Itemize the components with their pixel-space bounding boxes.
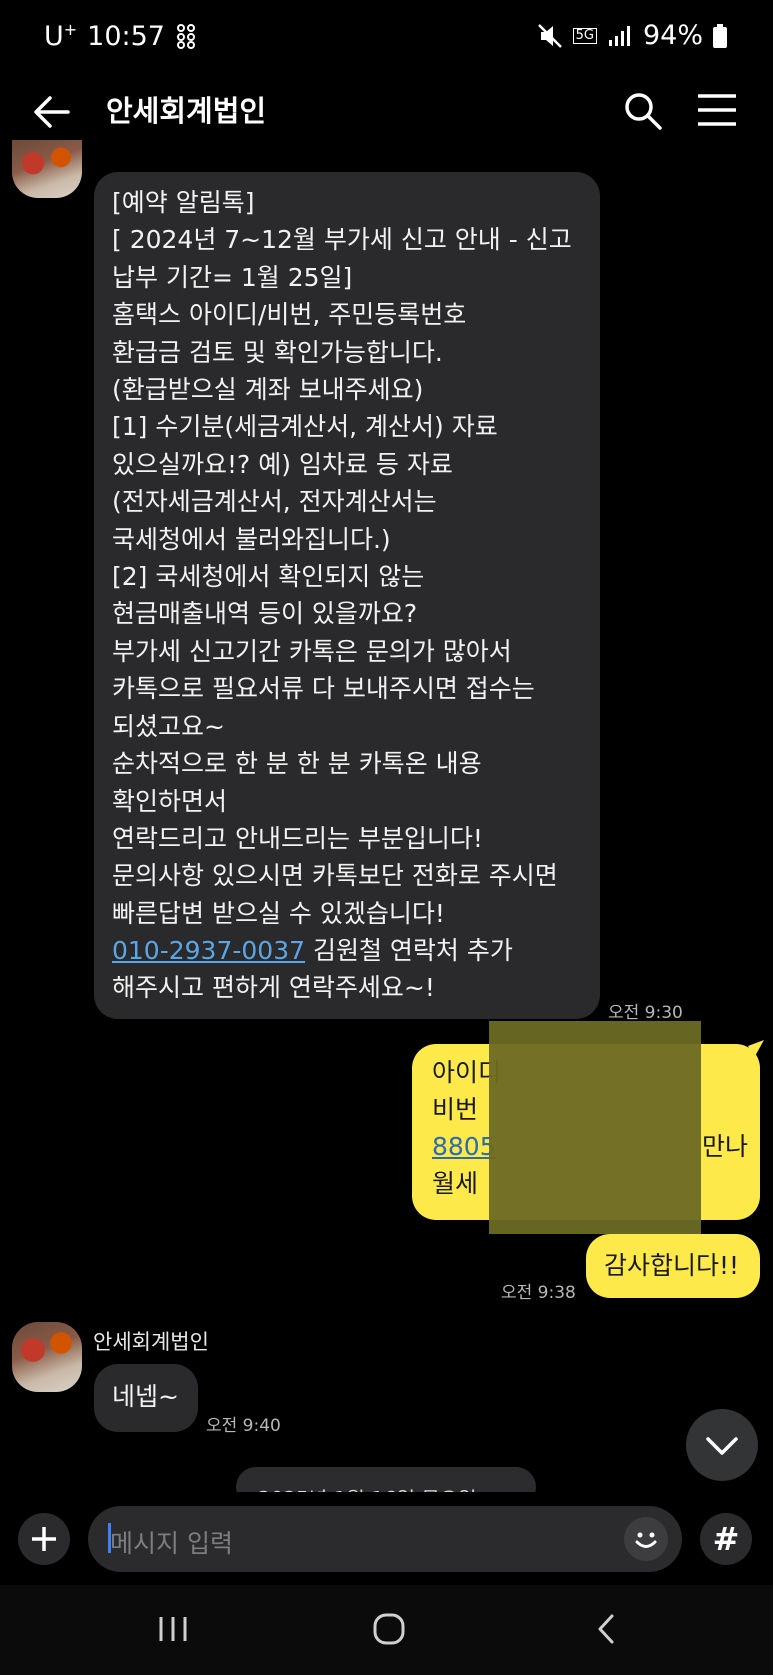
signal-icon — [608, 25, 630, 46]
message-time: 오전 9:30 — [608, 1003, 683, 1023]
recent-apps-icon[interactable] — [155, 1613, 191, 1645]
bubble-tail — [748, 1040, 764, 1058]
attach-button[interactable] — [18, 1513, 70, 1565]
search-icon — [625, 93, 662, 130]
menu-button[interactable] — [696, 92, 738, 128]
home-icon[interactable] — [372, 1612, 406, 1646]
message-text: 네넵~ — [112, 1382, 179, 1411]
status-bar-right: 5G 94% — [537, 20, 727, 51]
mute-icon — [537, 23, 562, 48]
message-link: 8805 — [432, 1128, 496, 1165]
message-time: 오전 9:38 — [501, 1283, 576, 1303]
text-caret — [108, 1523, 111, 1553]
scroll-to-bottom-button[interactable] — [686, 1409, 758, 1481]
plus-icon — [32, 1527, 56, 1551]
message-text-tail: 김원철 연락처 추가 — [305, 936, 513, 965]
phone-link[interactable]: 010-2937-0037 — [112, 936, 305, 965]
status-bar-left: U+ 10:57 — [44, 20, 197, 52]
message-text: 만나 — [702, 1132, 749, 1161]
battery-icon — [713, 23, 727, 48]
message-text: 비번 — [432, 1095, 479, 1124]
menu-icon — [698, 94, 736, 126]
emoji-icon — [635, 1532, 657, 1548]
chevron-down-icon — [706, 1437, 738, 1455]
message-text: 감사합니다!! — [604, 1251, 740, 1280]
chat-title: 안세회계법인 — [106, 94, 267, 128]
message-text: 월세 — [432, 1169, 479, 1198]
message-input-placeholder: 메시지 입력 — [110, 1529, 233, 1558]
message-bubble-outgoing[interactable]: 감사합니다!! — [586, 1234, 760, 1298]
sender-avatar[interactable] — [12, 140, 82, 198]
search-button[interactable] — [622, 90, 664, 132]
message-text-tail: 해주시고 편하게 연락주세요~! — [112, 973, 435, 1002]
sender-avatar[interactable] — [12, 1322, 82, 1392]
battery-percent: 94% — [642, 20, 703, 51]
carrier-label: U+ — [44, 20, 78, 52]
message-contact-line: 010-2937-0037 김원철 연락처 추가 — [112, 932, 602, 969]
status-time: 10:57 — [87, 20, 165, 52]
message-bubble-incoming[interactable]: [예약 알림톡] [ 2024년 7~12월 부가세 신고 안내 - 신고 납부… — [94, 172, 600, 1019]
back-button[interactable] — [30, 90, 74, 134]
hash-icon: # — [712, 1520, 740, 1558]
redaction-box — [489, 1021, 701, 1234]
network-type: 5G — [572, 27, 597, 44]
back-arrow-icon — [34, 96, 70, 128]
message-bubble-incoming[interactable]: 네넵~ — [94, 1364, 198, 1432]
message-time: 오전 9:40 — [206, 1416, 281, 1436]
emoji-button[interactable] — [624, 1517, 668, 1561]
hash-button[interactable]: # — [700, 1513, 752, 1565]
nav-back-icon[interactable] — [592, 1612, 622, 1646]
sender-name: 안세회계법인 — [93, 1330, 209, 1354]
account-link[interactable]: 8805 — [432, 1132, 496, 1161]
message-text: [예약 알림톡] [ 2024년 7~12월 부가세 신고 안내 - 신고 납부… — [112, 188, 572, 928]
app-notification-icon — [176, 24, 195, 49]
